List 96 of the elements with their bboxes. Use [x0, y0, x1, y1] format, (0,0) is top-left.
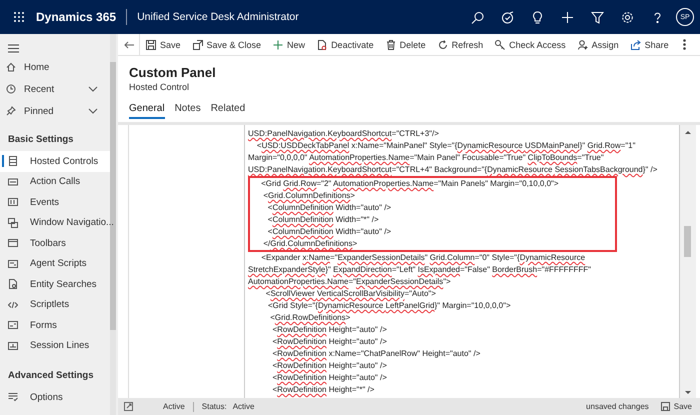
- refresh-icon: [438, 40, 448, 50]
- sidebar-item[interactable]: Entity Searches: [0, 274, 110, 294]
- person-add-icon: [578, 40, 588, 50]
- code-line: <ColumnDefinition Width="auto" />: [266, 202, 392, 214]
- scrollbar-thumb[interactable]: [684, 226, 691, 257]
- record-state: Active: [163, 402, 185, 411]
- code-line: <Grid Grid.Row="2" AutomationProperties.Name="Main Panels" Margin="0,10,0,0">: [260, 178, 560, 190]
- tab[interactable]: Related: [210, 103, 246, 119]
- save-close-icon: [192, 40, 203, 50]
- tab[interactable]: Notes: [174, 103, 201, 119]
- grid-icon: [8, 197, 18, 208]
- status-label: Status:: [202, 402, 227, 411]
- app-name[interactable]: Dynamics 365: [36, 9, 128, 25]
- record-title: Custom Panel: [129, 65, 217, 80]
- back-arrow-icon: [124, 40, 134, 48]
- command-button[interactable]: Delete: [380, 34, 432, 55]
- sidebar-item[interactable]: Action Calls: [0, 172, 110, 192]
- check-circle-icon: [500, 10, 514, 24]
- checklist-icon: [8, 392, 18, 402]
- form-icon: [8, 320, 18, 330]
- card-icon: [8, 258, 18, 269]
- code-line: <Grid Style="{DynamicResource LeftPanelGrid}" Margin="10,0,0,0">: [267, 300, 512, 312]
- sidebar-item[interactable]: Events: [0, 192, 110, 212]
- area-name: Unified Service Desk Administrator: [137, 11, 299, 23]
- sidebar-item[interactable]: Toolbars: [0, 233, 110, 254]
- section-heading: Advanced Settings: [7, 369, 95, 383]
- command-button[interactable]: Deactivate: [311, 34, 380, 55]
- code-line: <RowDefinition Height="auto" />: [271, 372, 388, 384]
- code-line: <RowDefinition x:Name="ChatPanelRow" Height="auto" />: [271, 348, 482, 360]
- sidebar-item[interactable]: Scriptlets: [0, 294, 110, 315]
- chevron-down-icon: [88, 108, 98, 114]
- code-line: <ScrollViewer VerticalScrollBarVisibility="Auto">: [264, 288, 437, 300]
- sidebar-item[interactable]: Agent Scripts: [0, 254, 110, 274]
- code-line: <Expander x:Name="ExpanderSessionDetails" Grid.Column="0" Style="{DynamicResource: [260, 252, 586, 264]
- expand-icon: [124, 402, 133, 411]
- code-line: </Grid.ColumnDefinitions>: [262, 238, 358, 250]
- home-icon: [6, 62, 16, 72]
- sidebar-item[interactable]: Forms: [0, 315, 110, 336]
- waffle-icon: [13, 11, 25, 23]
- save-icon: [660, 402, 670, 411]
- save-button[interactable]: Save: [660, 402, 692, 411]
- document-icon: [317, 40, 328, 50]
- panel-icon: [8, 156, 18, 166]
- code-line: <USD:USDDeckTabPanel x:Name="MainPanel" Style="{DynamicResource USDMainPanel}" Grid.Row="1": [256, 140, 636, 152]
- code-line: Margin="0,0,0,0" AutomationProperties.Name="Main Panel" Focusable="True" ClipToBounds="True": [248, 152, 605, 164]
- settings-icon: [620, 10, 634, 24]
- code-line: <RowDefinition Height="auto" />: [271, 336, 388, 348]
- unsaved-changes-text: unsaved changes: [586, 402, 649, 411]
- code-line: <ColumnDefinition Width="auto" />: [266, 226, 392, 238]
- nav-item[interactable]: Recent: [0, 78, 108, 100]
- lightbulb-icon: [530, 10, 544, 24]
- code-line: <RowDefinition Height="auto" />: [271, 360, 388, 372]
- windows-icon: [8, 218, 18, 228]
- plus-icon: [273, 40, 284, 50]
- code-icon: [8, 300, 18, 310]
- command-button[interactable]: Save & Close: [186, 34, 268, 55]
- card-icon: [8, 340, 18, 351]
- section-heading: Basic Settings: [7, 133, 74, 147]
- window-icon: [8, 238, 18, 248]
- more-icon: [682, 39, 686, 50]
- sidebar-item[interactable]: Options: [0, 387, 110, 408]
- code-line: <RowDefinition Height="auto" />: [271, 324, 388, 336]
- command-button[interactable]: Refresh: [432, 34, 490, 55]
- pin-icon: [6, 106, 16, 116]
- share-icon: [630, 40, 641, 50]
- clock-icon: [6, 84, 16, 94]
- key-icon: [495, 40, 506, 50]
- search-icon: [470, 10, 484, 24]
- command-button[interactable]: Assign: [572, 34, 625, 55]
- entity-name: Hosted Control: [129, 82, 190, 92]
- command-button[interactable]: Share: [624, 34, 675, 55]
- code-line: <Grid.ColumnDefinitions>: [262, 190, 356, 202]
- status-value: Active: [232, 402, 254, 411]
- code-line: AutomationProperties.Name="ExpanderSessionDetails">: [248, 276, 452, 288]
- tab[interactable]: General: [129, 103, 165, 119]
- code-line: <RowDefinition Height="*" />: [271, 384, 376, 396]
- plus-icon: [560, 10, 574, 24]
- save-icon: [146, 40, 156, 50]
- code-line: StretchExpanderStyle}" ExpandDirection="Left" IsExpanded="False" BorderBrush="#FFFFFFFF": [248, 264, 592, 276]
- sidebar-item[interactable]: Hosted Controls: [0, 151, 110, 172]
- chevron-down-icon: [88, 86, 98, 92]
- document-icon: [8, 279, 18, 290]
- filter-icon: [590, 10, 604, 24]
- code-line: USD:PanelNavigation.KeyboardShortcut="CTRL+3"/>: [248, 128, 440, 140]
- code-line: USD:PanelNavigation.KeyboardShortcut="CTRL+4" Background="{DynamicResource SessionTabsBackground}" />: [248, 164, 658, 176]
- code-line: <Grid.RowDefinitions>: [269, 312, 352, 324]
- command-button[interactable]: New: [267, 34, 312, 55]
- code-line: <ColumnDefinition Width="*" />: [266, 214, 380, 226]
- sidebar-item[interactable]: Session Lines: [0, 336, 110, 356]
- card-icon: [8, 176, 18, 187]
- command-button[interactable]: Check Access: [489, 34, 572, 55]
- menu-icon[interactable]: [8, 44, 19, 53]
- trash-icon: [386, 40, 396, 50]
- nav-item[interactable]: Home: [0, 56, 108, 78]
- nav-item[interactable]: Pinned: [0, 100, 108, 122]
- command-button[interactable]: Save: [140, 34, 187, 55]
